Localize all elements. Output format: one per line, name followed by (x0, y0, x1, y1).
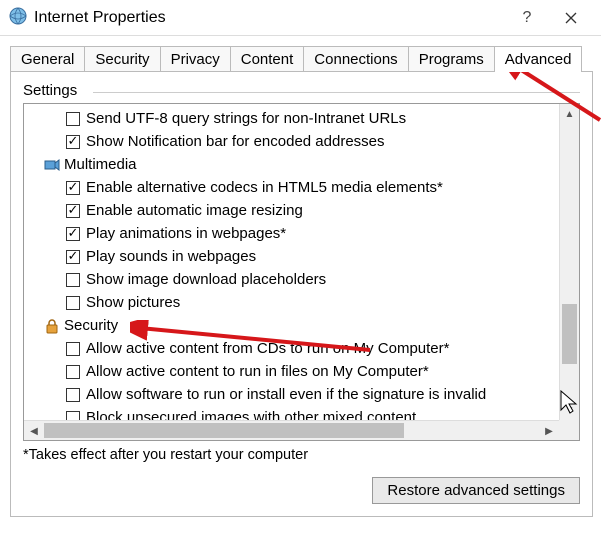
setting-item[interactable]: Allow active content from CDs to run on … (26, 337, 577, 360)
scroll-left-icon[interactable]: ◀ (24, 421, 44, 441)
checkbox[interactable] (66, 181, 80, 195)
tab-general[interactable]: General (10, 46, 85, 72)
tab-connections[interactable]: Connections (303, 46, 408, 72)
setting-item[interactable]: Play sounds in webpages (26, 245, 577, 268)
item-label: Send UTF-8 query strings for non-Intrane… (86, 108, 406, 129)
setting-item[interactable]: Send UTF-8 query strings for non-Intrane… (26, 107, 577, 130)
close-button[interactable] (549, 4, 593, 32)
tab-security[interactable]: Security (84, 46, 160, 72)
setting-item[interactable]: Enable alternative codecs in HTML5 media… (26, 176, 577, 199)
tab-programs[interactable]: Programs (408, 46, 495, 72)
scroll-thumb[interactable] (562, 304, 577, 364)
tab-advanced[interactable]: Advanced (494, 46, 583, 72)
list-content: Send UTF-8 query strings for non-Intrane… (24, 104, 579, 440)
checkbox[interactable] (66, 365, 80, 379)
checkbox[interactable] (66, 227, 80, 241)
app-icon (8, 6, 28, 30)
tabstrip: General Security Privacy Content Connect… (0, 36, 601, 72)
item-label: Allow software to run or install even if… (86, 384, 486, 405)
button-label: Restore advanced settings (387, 482, 565, 499)
category-security: Security (26, 314, 577, 337)
scroll-down-icon[interactable]: ▼ (560, 400, 579, 420)
item-label: Allow active content to run in files on … (86, 361, 429, 382)
setting-item[interactable]: Show pictures (26, 291, 577, 314)
setting-item[interactable]: Enable automatic image resizing (26, 199, 577, 222)
checkbox[interactable] (66, 273, 80, 287)
vertical-scrollbar[interactable]: ▲ ▼ (559, 104, 579, 420)
item-label: Show image download placeholders (86, 269, 326, 290)
tab-label: Security (95, 51, 149, 68)
scroll-corner (559, 420, 579, 440)
item-label: Security (64, 315, 118, 336)
item-label: Multimedia (64, 154, 137, 175)
hscroll-thumb[interactable] (44, 423, 404, 438)
tab-label: Content (241, 51, 294, 68)
item-label: Show Notification bar for encoded addres… (86, 131, 385, 152)
group-divider (93, 92, 580, 93)
window-title: Internet Properties (34, 9, 505, 27)
checkbox[interactable] (66, 388, 80, 402)
item-label: Show pictures (86, 292, 180, 313)
checkbox[interactable] (66, 135, 80, 149)
security-icon (44, 318, 60, 334)
checkbox[interactable] (66, 296, 80, 310)
horizontal-scrollbar[interactable]: ◀ ▶ (24, 420, 559, 440)
tab-label: Programs (419, 51, 484, 68)
item-label: Play animations in webpages* (86, 223, 286, 244)
checkbox[interactable] (66, 250, 80, 264)
tab-label: Advanced (505, 51, 572, 68)
tab-label: Connections (314, 51, 397, 68)
setting-item[interactable]: Show image download placeholders (26, 268, 577, 291)
help-button[interactable]: ? (505, 4, 549, 32)
titlebar: Internet Properties ? (0, 0, 601, 36)
checkbox[interactable] (66, 112, 80, 126)
tab-privacy[interactable]: Privacy (160, 46, 231, 72)
multimedia-icon (44, 157, 60, 173)
checkbox[interactable] (66, 204, 80, 218)
group-label: Settings (23, 82, 580, 99)
setting-item[interactable]: Play animations in webpages* (26, 222, 577, 245)
item-label: Allow active content from CDs to run on … (86, 338, 449, 359)
tab-label: Privacy (171, 51, 220, 68)
footer-note: *Takes effect after you restart your com… (23, 447, 580, 463)
category-multimedia: Multimedia (26, 153, 577, 176)
group-title: Settings (23, 82, 77, 99)
settings-listbox[interactable]: Send UTF-8 query strings for non-Intrane… (23, 103, 580, 441)
scroll-up-icon[interactable]: ▲ (560, 104, 579, 124)
restore-defaults-button[interactable]: Restore advanced settings (372, 477, 580, 504)
setting-item[interactable]: Allow active content to run in files on … (26, 360, 577, 383)
tab-content[interactable]: Content (230, 46, 305, 72)
item-label: Enable alternative codecs in HTML5 media… (86, 177, 443, 198)
scroll-right-icon[interactable]: ▶ (539, 421, 559, 441)
checkbox[interactable] (66, 342, 80, 356)
setting-item[interactable]: Allow software to run or install even if… (26, 383, 577, 406)
scroll-track[interactable] (560, 124, 579, 400)
tabpanel-advanced: Settings Send UTF-8 query strings for no… (10, 71, 593, 517)
item-label: Play sounds in webpages (86, 246, 256, 267)
setting-item[interactable]: Show Notification bar for encoded addres… (26, 130, 577, 153)
item-label: Enable automatic image resizing (86, 200, 303, 221)
tab-label: General (21, 51, 74, 68)
